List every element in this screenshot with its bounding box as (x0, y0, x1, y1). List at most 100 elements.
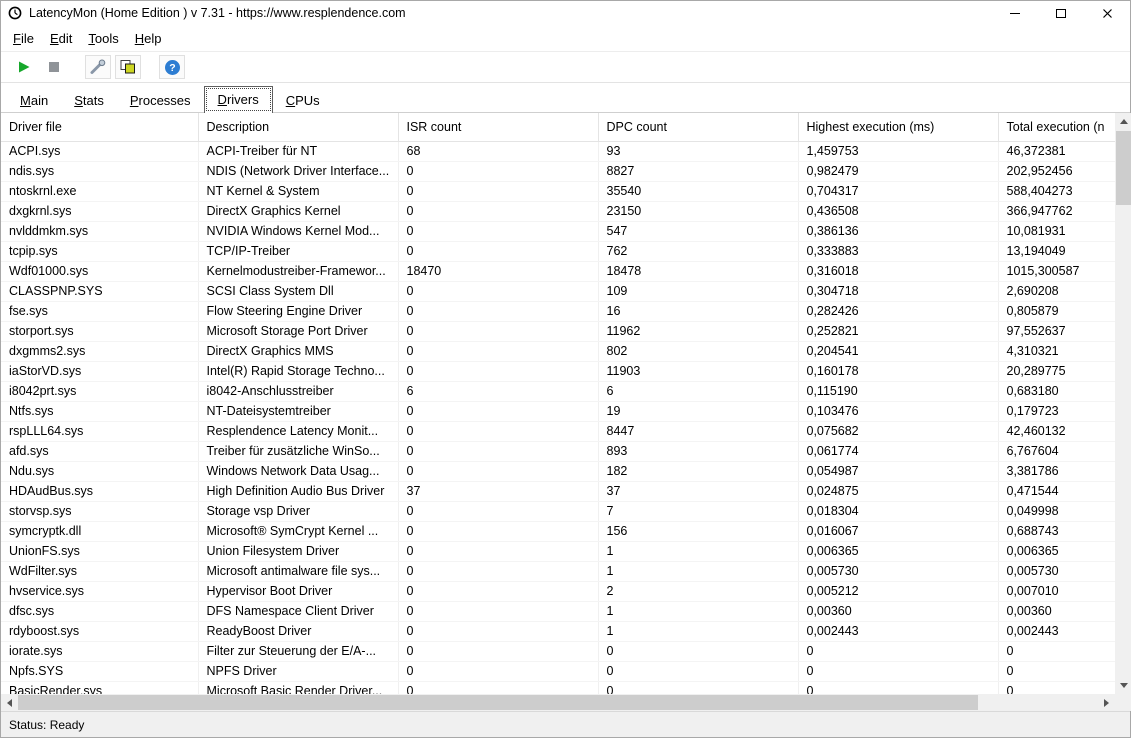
tab-stats[interactable]: Stats (61, 89, 117, 112)
table-cell: ntoskrnl.exe (1, 181, 199, 202)
table-cell: ACPI-Treiber für NT (198, 141, 399, 162)
table-cell: 46,372381 (998, 141, 1115, 162)
menu-item-tools[interactable]: Tools (80, 27, 126, 50)
maximize-button[interactable] (1038, 1, 1084, 25)
tab-label: Stats (74, 93, 104, 108)
table-cell: 0 (598, 641, 799, 662)
help-button[interactable]: ? (159, 55, 185, 79)
table-cell: CLASSPNP.SYS (1, 281, 199, 302)
table-row[interactable]: dxgmms2.sys DirectX Graphics MMS 0 802 0,204… (1, 341, 1115, 362)
table-header-row: Driver file Description ISR count DPC count… (1, 113, 1115, 142)
table-row[interactable]: symcryptk.dll Microsoft® SymCrypt Kernel … (1, 521, 1115, 542)
drivers-listview: Driver file Description ISR count DPC count… (1, 113, 1115, 711)
table-cell: Intel(R) Rapid Storage Techno... (198, 361, 399, 382)
table-row[interactable]: storport.sys Microsoft Storage Port Drive… (1, 321, 1115, 342)
stop-monitor-button[interactable] (41, 55, 67, 79)
table-cell: 2 (598, 581, 799, 602)
column-header[interactable]: Highest execution (ms) (798, 113, 999, 142)
table-cell: 0 (398, 401, 599, 422)
column-header[interactable]: Total execution (n (998, 113, 1115, 142)
table-row[interactable]: storvsp.sys Storage vsp Driver 0 7 0,018304 0… (1, 501, 1115, 522)
tab-drivers[interactable]: Drivers (203, 86, 273, 113)
table-row[interactable]: CLASSPNP.SYS SCSI Class System Dll 0 109 0,3… (1, 281, 1115, 302)
table-row[interactable]: Ndu.sys Windows Network Data Usag... 0 182 0… (1, 461, 1115, 482)
table-row[interactable]: fse.sys Flow Steering Engine Driver 0 16 0,2… (1, 301, 1115, 322)
table-cell: High Definition Audio Bus Driver (198, 481, 399, 502)
table-row[interactable]: i8042prt.sys i8042-Anschlusstreiber 6 6 0,11… (1, 381, 1115, 402)
table-cell: 1 (598, 561, 799, 582)
scroll-right-button[interactable] (1098, 694, 1115, 711)
table-row[interactable]: hvservice.sys Hypervisor Boot Driver 0 2 0,0… (1, 581, 1115, 602)
table-cell: iorate.sys (1, 641, 199, 662)
table-cell: 0,683180 (998, 381, 1115, 402)
table-cell: 8447 (598, 421, 799, 442)
table-cell: BasicRender.sys (1, 681, 199, 694)
table-cell: 6 (598, 381, 799, 402)
vertical-scroll-thumb[interactable] (1116, 131, 1131, 205)
tab-cpus[interactable]: CPUs (273, 89, 333, 112)
table-row[interactable]: dxgkrnl.sys DirectX Graphics Kernel 0 23150… (1, 201, 1115, 222)
table-row[interactable]: nvlddmkm.sys NVIDIA Windows Kernel Mod...… (1, 221, 1115, 242)
scroll-down-button[interactable] (1115, 677, 1131, 694)
table-cell: i8042prt.sys (1, 381, 199, 402)
table-cell: NDIS (Network Driver Interface... (198, 161, 399, 182)
column-header[interactable]: DPC count (598, 113, 799, 142)
table-cell: 0 (398, 561, 599, 582)
vertical-scroll-track[interactable] (1115, 130, 1131, 677)
table-cell: 0,002443 (998, 621, 1115, 642)
menu-item-edit[interactable]: Edit (42, 27, 80, 50)
tab-processes[interactable]: Processes (117, 89, 204, 112)
table-row[interactable]: Npfs.SYS NPFS Driver 0 0 0 0 (1, 661, 1115, 682)
table-row[interactable]: dfsc.sys DFS Namespace Client Driver 0 1 0,0… (1, 601, 1115, 622)
menu-bar: File Edit Tools Help (1, 25, 1130, 52)
table-row[interactable]: UnionFS.sys Union Filesystem Driver 0 1 0,00… (1, 541, 1115, 562)
horizontal-scrollbar[interactable] (1, 694, 1115, 711)
table-row[interactable]: ntoskrnl.exe NT Kernel & System 0 35540 0,70… (1, 181, 1115, 202)
minimize-button[interactable] (992, 1, 1038, 25)
table-cell: 0,471544 (998, 481, 1115, 502)
column-header[interactable]: Driver file (1, 113, 199, 142)
table-row[interactable]: rspLLL64.sys Resplendence Latency Monit..… (1, 421, 1115, 442)
scroll-up-button[interactable] (1115, 113, 1131, 130)
table-row[interactable]: ACPI.sys ACPI-Treiber für NT 68 93 1,459753 4… (1, 141, 1115, 162)
table-row[interactable]: iaStorVD.sys Intel(R) Rapid Storage Techn… (1, 361, 1115, 382)
table-cell: 0,103476 (798, 401, 999, 422)
table-cell: 7 (598, 501, 799, 522)
table-cell: 0 (798, 681, 999, 694)
table-cell: hvservice.sys (1, 581, 199, 602)
scroll-left-button[interactable] (1, 694, 18, 711)
table-row[interactable]: tcpip.sys TCP/IP-Treiber 0 762 0,333883 13,19… (1, 241, 1115, 262)
table-row[interactable]: afd.sys Treiber für zusätzliche WinSo... 0… (1, 441, 1115, 462)
table-row[interactable]: HDAudBus.sys High Definition Audio Bus Dr… (1, 481, 1115, 502)
table-cell: 1 (598, 601, 799, 622)
table-cell: 6,767604 (998, 441, 1115, 462)
table-row[interactable]: Wdf01000.sys Kernelmodustreiber-Framewor.… (1, 261, 1115, 282)
table-cell: 0,005730 (998, 561, 1115, 582)
table-cell: 16 (598, 301, 799, 322)
menu-item-file[interactable]: File (5, 27, 42, 50)
table-row[interactable]: rdyboost.sys ReadyBoost Driver 0 1 0,002443 0… (1, 621, 1115, 642)
table-cell: 0,316018 (798, 261, 999, 282)
column-header[interactable]: Description (198, 113, 399, 142)
column-header[interactable]: ISR count (398, 113, 599, 142)
table-row[interactable]: ndis.sys NDIS (Network Driver Interface..… (1, 161, 1115, 182)
horizontal-scroll-track[interactable] (18, 694, 1098, 711)
table-cell: 0,252821 (798, 321, 999, 342)
horizontal-scroll-thumb[interactable] (18, 695, 978, 710)
close-button[interactable] (1084, 1, 1130, 25)
start-monitor-button[interactable] (11, 55, 37, 79)
table-row[interactable]: iorate.sys Filter zur Steuerung der E/A-.… (1, 641, 1115, 662)
table-row[interactable]: BasicRender.sys Microsoft Basic Render Dr… (1, 681, 1115, 694)
vertical-scrollbar[interactable] (1115, 113, 1131, 711)
app-window: LatencyMon (Home Edition ) v 7.31 - http… (0, 0, 1131, 738)
table-row[interactable]: WdFilter.sys Microsoft antimalware file s… (1, 561, 1115, 582)
table-cell: 0 (598, 661, 799, 682)
table-cell: Filter zur Steuerung der E/A-... (198, 641, 399, 662)
menu-item-help[interactable]: Help (127, 27, 170, 50)
table-cell: 0,007010 (998, 581, 1115, 602)
tab-main[interactable]: Main (7, 89, 61, 112)
table-cell: 0,282426 (798, 301, 999, 322)
tools-button[interactable] (85, 55, 111, 79)
table-row[interactable]: Ntfs.sys NT-Dateisystemtreiber 0 19 0,103476… (1, 401, 1115, 422)
copy-report-button[interactable] (115, 55, 141, 79)
